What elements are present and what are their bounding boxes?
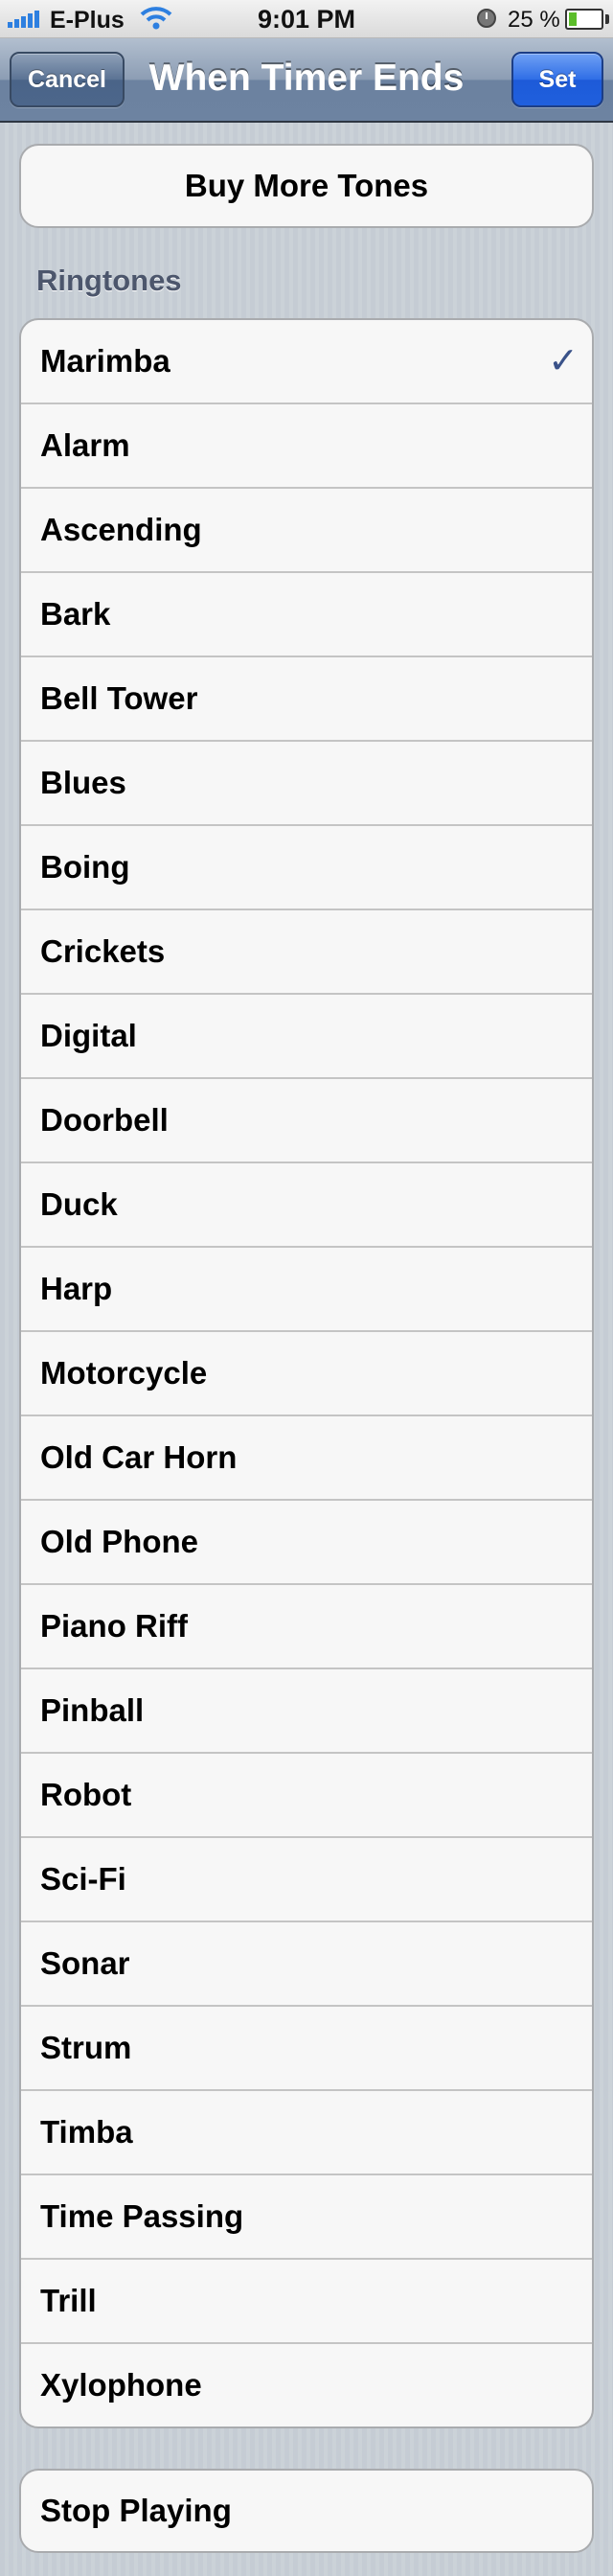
ringtone-row[interactable]: Old Phone	[21, 1499, 592, 1583]
stop-playing-label: Stop Playing	[40, 2493, 232, 2528]
ringtone-label: Xylophone	[40, 2367, 202, 2403]
ringtone-label: Bark	[40, 596, 111, 632]
battery-percent: 25 %	[508, 7, 560, 33]
status-bar: E-Plus 9:01 PM 25 %	[0, 0, 613, 38]
ringtone-row[interactable]: Doorbell	[21, 1077, 592, 1162]
ringtone-label: Motorcycle	[40, 1355, 208, 1391]
ringtone-label: Old Phone	[40, 1524, 198, 1559]
battery-level-fill	[569, 12, 577, 26]
stop-playing-cell[interactable]: Stop Playing	[19, 2469, 594, 2553]
ringtone-row[interactable]: Marimba ✓	[21, 320, 592, 402]
ringtone-row[interactable]: Old Car Horn	[21, 1414, 592, 1499]
ringtone-row[interactable]: Duck	[21, 1162, 592, 1246]
ringtone-label: Time Passing	[40, 2198, 244, 2234]
ringtone-label: Alarm	[40, 427, 130, 463]
navigation-bar: Cancel When Timer Ends Set	[0, 38, 613, 123]
battery-tip	[605, 14, 609, 24]
ringtone-row[interactable]: Sci-Fi	[21, 1836, 592, 1920]
ringtone-row[interactable]: Timba	[21, 2089, 592, 2174]
ringtone-row[interactable]: Robot	[21, 1752, 592, 1836]
ringtone-row[interactable]: Alarm	[21, 402, 592, 487]
ringtone-row[interactable]: Ascending	[21, 487, 592, 571]
ringtone-row[interactable]: Strum	[21, 2005, 592, 2089]
ringtone-label: Crickets	[40, 933, 166, 969]
ringtone-list: Marimba ✓ Alarm Ascending Bark Bell Tower Blue…	[19, 318, 594, 2428]
ringtone-row[interactable]: Pinball	[21, 1668, 592, 1752]
ringtone-row[interactable]: Blues	[21, 740, 592, 824]
buy-more-tones-cell[interactable]: Buy More Tones	[19, 144, 594, 228]
ringtone-row[interactable]: Sonar	[21, 1920, 592, 2005]
ringtone-label: Boing	[40, 849, 130, 885]
ringtone-label: Old Car Horn	[40, 1439, 238, 1475]
ringtone-label: Digital	[40, 1018, 137, 1053]
ringtone-label: Harp	[40, 1271, 113, 1306]
ringtone-row[interactable]: Piano Riff	[21, 1583, 592, 1668]
ringtone-label: Bell Tower	[40, 680, 198, 716]
ringtone-label: Trill	[40, 2283, 97, 2318]
ringtone-label: Duck	[40, 1186, 118, 1222]
set-button[interactable]: Set	[511, 52, 603, 107]
ringtone-row[interactable]: Bark	[21, 571, 592, 656]
ringtone-label: Sonar	[40, 1945, 130, 1981]
cancel-button[interactable]: Cancel	[10, 52, 125, 107]
ringtone-label: Sci-Fi	[40, 1861, 126, 1897]
ringtone-label: Blues	[40, 765, 126, 800]
ringtone-row[interactable]: Time Passing	[21, 2174, 592, 2258]
ringtone-label: Timba	[40, 2114, 133, 2150]
ringtone-row[interactable]: Boing	[21, 824, 592, 908]
section-header-ringtones: Ringtones	[36, 264, 182, 297]
ringtone-label: Pinball	[40, 1692, 145, 1728]
ringtone-label: Marimba	[40, 343, 170, 379]
battery-icon	[565, 9, 603, 30]
ringtone-label: Doorbell	[40, 1102, 169, 1138]
ringtone-label: Piano Riff	[40, 1608, 188, 1644]
ringtone-row[interactable]: Digital	[21, 993, 592, 1077]
page-title: When Timer Ends	[148, 58, 465, 99]
checkmark-icon: ✓	[548, 341, 579, 381]
ringtone-row[interactable]: Xylophone	[21, 2342, 592, 2426]
alarm-clock-icon	[477, 9, 496, 28]
ringtone-row[interactable]: Harp	[21, 1246, 592, 1330]
ringtone-row[interactable]: Trill	[21, 2258, 592, 2342]
ringtone-label: Robot	[40, 1777, 132, 1812]
ringtone-label: Ascending	[40, 512, 202, 547]
ringtone-row[interactable]: Crickets	[21, 908, 592, 993]
ringtone-row[interactable]: Motorcycle	[21, 1330, 592, 1414]
ringtone-label: Strum	[40, 2030, 132, 2065]
ringtone-row[interactable]: Bell Tower	[21, 656, 592, 740]
buy-more-tones-label: Buy More Tones	[184, 168, 429, 203]
